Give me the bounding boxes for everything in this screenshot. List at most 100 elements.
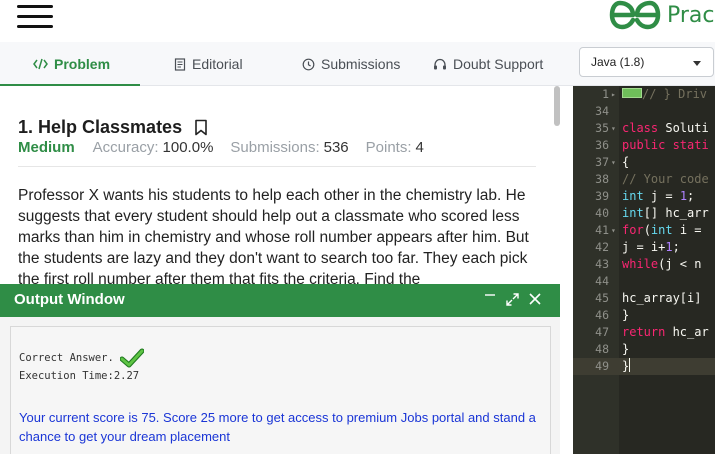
points-label: Points: bbox=[365, 139, 412, 156]
code-line[interactable]: 1 ▸ // } Driv bbox=[573, 86, 715, 103]
language-select[interactable]: Java (1.8) bbox=[579, 47, 714, 77]
code-line[interactable]: 48} bbox=[573, 341, 715, 358]
code-token: return bbox=[622, 325, 673, 339]
close-icon[interactable] bbox=[525, 288, 545, 310]
fold-toggle-icon[interactable]: ▾ bbox=[611, 222, 616, 239]
code-token: Soluti bbox=[665, 121, 709, 135]
tab-label: Submissions bbox=[321, 56, 401, 72]
difficulty-badge: Medium bbox=[18, 139, 75, 156]
practice-page: Prac Problem Editorial Submissions Doubt… bbox=[0, 0, 715, 454]
expand-icon[interactable] bbox=[502, 288, 522, 310]
code-token: 1 bbox=[665, 240, 673, 254]
language-value: Java (1.8) bbox=[591, 55, 645, 69]
code-line[interactable]: 40 int[] hc_arr bbox=[573, 205, 715, 222]
gfg-logo-icon bbox=[609, 0, 661, 30]
code-line[interactable]: 45 hc_array[i] bbox=[573, 290, 715, 307]
code-line[interactable]: 46} bbox=[573, 307, 715, 324]
code-token: hc_array[i] bbox=[622, 291, 702, 305]
code-line[interactable]: 34 bbox=[573, 103, 715, 120]
tab-submissions[interactable]: Submissions bbox=[302, 42, 400, 86]
output-window-title: Output Window bbox=[14, 291, 125, 308]
line-number: 42 bbox=[595, 240, 609, 254]
code-line[interactable]: 43 while(j < n bbox=[573, 256, 715, 273]
code-token: (j < n bbox=[658, 257, 702, 271]
code-line[interactable]: 49} bbox=[573, 358, 715, 375]
divider bbox=[18, 166, 536, 167]
code-token: i = bbox=[679, 223, 709, 237]
submissions-value: 536 bbox=[323, 139, 349, 156]
problem-scrollbar[interactable] bbox=[554, 86, 560, 126]
code-token: int bbox=[622, 189, 651, 203]
code-line[interactable]: 47 return hc_ar bbox=[573, 324, 715, 341]
code-text: } bbox=[622, 307, 629, 324]
fold-toggle-icon[interactable]: ▾ bbox=[611, 154, 616, 171]
correct-answer-text: Correct Answer. bbox=[19, 352, 114, 364]
code-token: } bbox=[622, 359, 630, 373]
line-number: 48 bbox=[595, 342, 609, 356]
code-token: // } Driv bbox=[642, 87, 708, 101]
code-text: class Soluti bbox=[622, 120, 709, 137]
line-number: 41 bbox=[595, 223, 609, 237]
code-token: hc_ar bbox=[672, 325, 709, 339]
execution-time: Execution Time:2.27 bbox=[19, 370, 140, 382]
line-number: 38 bbox=[595, 172, 609, 186]
line-number: 1 bbox=[602, 87, 609, 101]
code-line[interactable]: 39 int j = 1; bbox=[573, 188, 715, 205]
code-text: } bbox=[622, 341, 629, 358]
code-text: int j = 1; bbox=[622, 188, 694, 205]
fold-toggle-icon[interactable]: ▸ bbox=[611, 86, 616, 103]
code-token: j = bbox=[650, 189, 680, 203]
line-number: 34 bbox=[595, 104, 609, 118]
line-number: 44 bbox=[595, 274, 609, 288]
code-token: int bbox=[622, 206, 644, 220]
tab-editorial[interactable]: Editorial bbox=[174, 42, 243, 86]
code-line[interactable]: 37 ▾ { bbox=[573, 154, 715, 171]
code-token: public bbox=[622, 138, 673, 152]
code-token: ; bbox=[687, 189, 695, 203]
code-token: int bbox=[650, 223, 680, 237]
tab-problem[interactable]: Problem bbox=[33, 42, 110, 86]
chevron-down-icon bbox=[693, 61, 701, 66]
brand[interactable]: Prac bbox=[609, 0, 715, 30]
code-icon bbox=[33, 58, 48, 70]
code-editor[interactable]: 1 ▸// } Driv 34 35 ▾ class Soluti 36 public sta… bbox=[573, 86, 715, 454]
code-line[interactable]: 41 ▾ for(int i = bbox=[573, 222, 715, 239]
folded-code-marker[interactable] bbox=[622, 88, 642, 98]
code-token: stati bbox=[672, 138, 709, 152]
code-token: { bbox=[622, 155, 630, 169]
output-window-header: Output Window bbox=[0, 284, 560, 317]
code-line[interactable]: 44 bbox=[573, 273, 715, 290]
code-text: int[] hc_arr bbox=[622, 205, 709, 222]
output-window-body: Correct Answer. Execution Time:2.27 Your… bbox=[0, 317, 560, 454]
code-text: // Your code bbox=[622, 171, 709, 188]
problem-title: 1. Help Classmates bbox=[18, 117, 183, 137]
brand-text: Prac bbox=[667, 2, 715, 28]
code-token: ; bbox=[672, 240, 680, 254]
line-number: 43 bbox=[595, 257, 609, 271]
code-line[interactable]: 38 // Your code bbox=[573, 171, 715, 188]
code-token: class bbox=[622, 121, 666, 135]
code-text: { bbox=[622, 154, 629, 171]
tab-doubt-support[interactable]: Doubt Support bbox=[433, 42, 543, 86]
code-line[interactable]: 42 j = i+1; bbox=[573, 239, 715, 256]
code-token: } bbox=[622, 342, 630, 356]
fold-toggle-icon[interactable]: ▾ bbox=[611, 120, 616, 137]
bookmark-icon[interactable] bbox=[194, 119, 208, 136]
line-number: 39 bbox=[595, 189, 609, 203]
code-text: } bbox=[622, 358, 631, 375]
line-number: 35 bbox=[595, 121, 609, 135]
problem-statement: Professor X wants his students to help e… bbox=[18, 187, 529, 288]
minimize-icon[interactable] bbox=[480, 288, 500, 310]
code-token: 1 bbox=[679, 189, 688, 203]
result-box: Correct Answer. Execution Time:2.27 Your… bbox=[10, 326, 551, 454]
code-line[interactable]: 35 ▾ class Soluti bbox=[573, 120, 715, 137]
clock-icon bbox=[302, 58, 315, 71]
code-text: for(int i = bbox=[622, 222, 709, 239]
code-token: [] hc_arr bbox=[643, 206, 709, 220]
accuracy-value: 100.0% bbox=[162, 139, 214, 156]
hamburger-icon[interactable] bbox=[17, 5, 53, 29]
line-number: 40 bbox=[595, 206, 609, 220]
code-text: j = i+1; bbox=[622, 239, 680, 256]
code-line[interactable]: 36 public stati bbox=[573, 137, 715, 154]
text-cursor bbox=[629, 358, 631, 372]
